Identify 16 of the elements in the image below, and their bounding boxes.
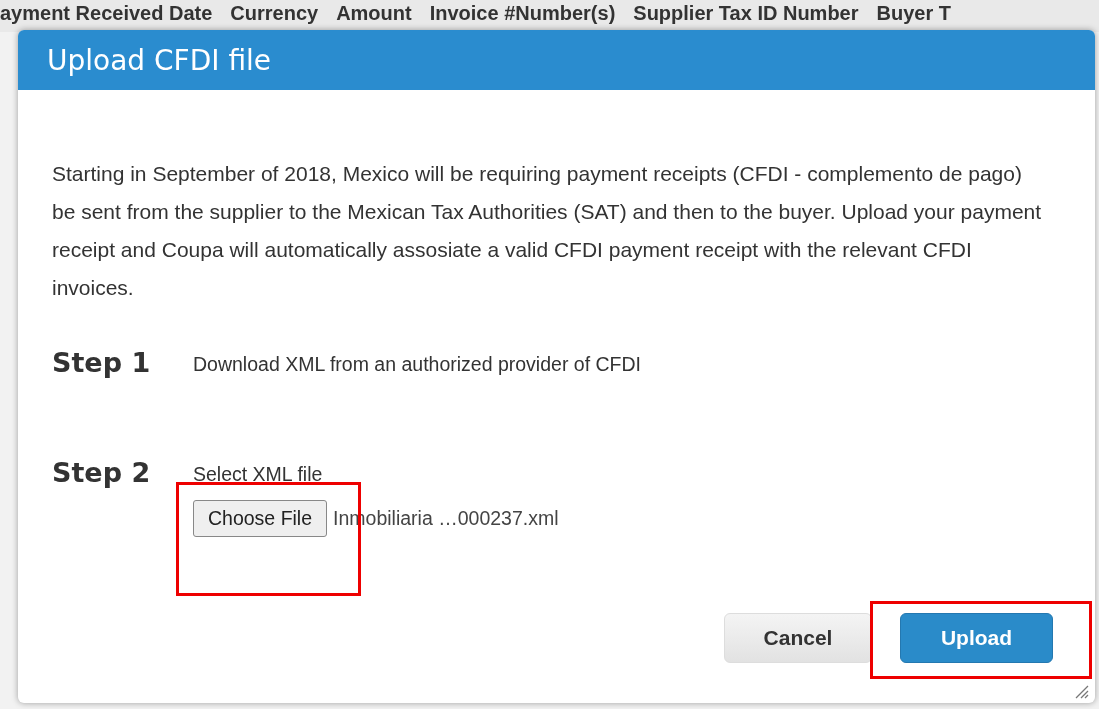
dialog-title: Upload CFDI file [47,43,272,77]
upload-button[interactable]: Upload [900,613,1053,663]
resize-grip-icon[interactable] [1073,683,1089,699]
column-header: Invoice #Number(s) [429,2,616,26]
description-text: Starting in September of 2018, Mexico will be requiring payment receipts (CFDI - complemento de pago) be sent from the supplier to the Mexican Tax Authorities (SAT) and then to the buyer. Upload your payment receipt and Coupa will automatically assosiate a valid CFDI payment receipt with the relevant CFDI invoices. [52,161,1042,301]
choose-file-button[interactable]: Choose File [193,500,328,537]
step-label: Step 1 [52,347,152,378]
column-header: Amount [336,2,412,26]
step-label: Step 2 [52,457,152,488]
column-header: Currency [230,2,319,26]
step-text: Select XML file [193,463,324,486]
column-header: Supplier Tax ID Number [633,2,859,26]
column-header: Buyer T [876,2,951,26]
step-text: Download XML from an authorized provider of CFDI [193,353,641,376]
cancel-button[interactable]: Cancel [724,613,872,663]
column-header: ayment Received Date [0,2,213,26]
